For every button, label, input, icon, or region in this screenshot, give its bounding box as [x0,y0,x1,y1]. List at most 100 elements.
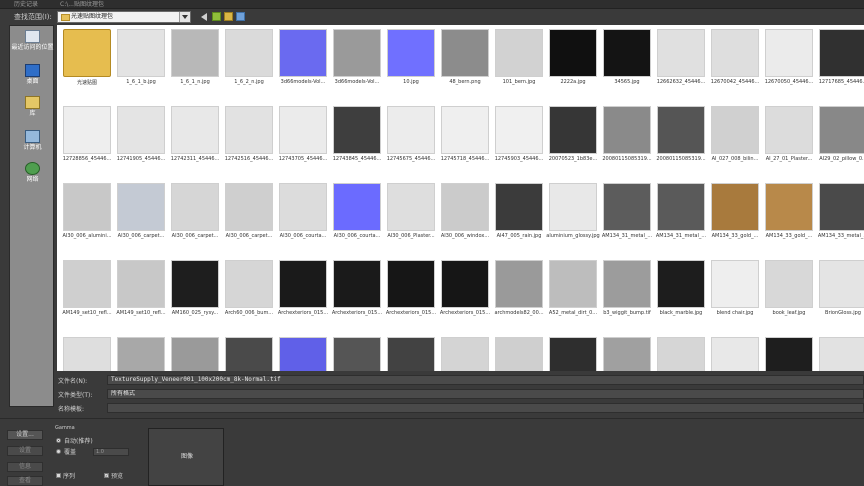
file-item[interactable]: 10.jpg [384,25,438,101]
file-item[interactable]: aluminium_glossy.jpg [546,179,600,255]
file-item[interactable]: Archexteriors_015... [276,256,330,332]
file-item[interactable]: AI30_006_courta... [330,179,384,255]
back-arrow-icon[interactable] [200,12,209,21]
file-item[interactable]: AM134_33_metal_... [816,179,864,255]
file-item[interactable] [708,333,762,371]
file-item[interactable]: AI29_02_pillow_0... [816,102,864,178]
file-item[interactable]: AM160_025_rysy... [168,256,222,332]
view-menu-icon[interactable] [236,12,245,21]
file-item[interactable]: 12662632_45446... [654,25,708,101]
file-item[interactable]: AM134_31_metal_... [600,179,654,255]
file-item[interactable]: AI30_006_carpet... [114,179,168,255]
file-item[interactable]: 48_bern.png [438,25,492,101]
texture-thumbnail [711,260,759,308]
file-item[interactable]: black_marble.jpg [654,256,708,332]
file-item[interactable]: 12741905_45446... [114,102,168,178]
place-network[interactable]: 网络 [10,162,55,183]
file-item[interactable]: AM149_set10_refl... [60,256,114,332]
file-item[interactable] [168,333,222,371]
file-item[interactable] [114,333,168,371]
place-libraries[interactable]: 库 [10,96,55,117]
file-item[interactable]: 3d66models-Vol... [276,25,330,101]
file-item[interactable]: AI30_006_carpet... [222,179,276,255]
file-item[interactable]: blend chair.jpg [708,256,762,332]
info-button[interactable]: 信息 [7,462,43,472]
file-type-select[interactable]: 所有格式 [107,389,864,399]
file-item[interactable]: Archexteriors_015... [384,256,438,332]
file-item[interactable]: 12670042_45446... [708,25,762,101]
file-item[interactable] [492,333,546,371]
file-item[interactable] [384,333,438,371]
look-in-combo[interactable]: 光速贴图纹理包 [57,11,191,23]
file-item[interactable] [438,333,492,371]
file-item[interactable]: 1_6_1_b.jpg [114,25,168,101]
file-item[interactable] [546,333,600,371]
file-item[interactable] [330,333,384,371]
file-item[interactable] [762,333,816,371]
file-item[interactable]: AM134_33_gold_... [762,179,816,255]
file-item[interactable]: AI30_006_Plaster... [384,179,438,255]
view-button[interactable]: 查看 [7,476,43,486]
file-item[interactable]: 20080115085319... [654,102,708,178]
file-item[interactable]: 101_bern.jpg [492,25,546,101]
file-item[interactable]: 12717685_45446... [816,25,864,101]
file-item[interactable]: 3d66models-Vol... [330,25,384,101]
folder-item[interactable]: 光速贴图 [60,25,114,101]
file-item[interactable]: 20080115085319... [600,102,654,178]
file-item[interactable] [654,333,708,371]
file-item[interactable]: 12742516_45446... [222,102,276,178]
file-item[interactable]: A52_metal_dirt_0... [546,256,600,332]
file-item[interactable]: 2222a.jpg [546,25,600,101]
file-item[interactable]: Arch60_006_bum... [222,256,276,332]
file-item[interactable]: AI_027_008_bilin... [708,102,762,178]
settings-button[interactable]: 设置 [7,446,43,456]
name-template-input[interactable] [107,403,864,413]
file-item[interactable]: 12745675_45446... [384,102,438,178]
file-item[interactable]: 12728856_45446... [60,102,114,178]
preview-checkbox[interactable]: ✓ [104,473,109,478]
file-item[interactable]: 20070523_1b83e... [546,102,600,178]
file-item[interactable]: 12745718_45446... [438,102,492,178]
file-item[interactable]: Archexteriors_015... [330,256,384,332]
file-item[interactable] [60,333,114,371]
new-folder-icon[interactable] [224,12,233,21]
place-recent[interactable]: 最近访问的位置 [10,30,55,51]
gamma-override-spinner[interactable]: 1.0 [93,448,129,456]
sequence-checkbox[interactable] [56,473,61,478]
setup-button[interactable]: 设置... [7,430,43,440]
file-name-input[interactable]: TextureSupply_Veneer001_100x200cm_8k-Nor… [107,375,864,385]
file-item[interactable] [276,333,330,371]
file-item[interactable] [600,333,654,371]
file-item[interactable]: 12743705_45446... [276,102,330,178]
file-item[interactable]: BrionGloss.jpg [816,256,864,332]
file-item[interactable]: b3_wiggit_bump.tif [600,256,654,332]
file-item[interactable]: AI_27_01_Plaster... [762,102,816,178]
file-item[interactable] [816,333,864,371]
file-item[interactable]: AM149_set10_refl... [114,256,168,332]
file-item[interactable]: AM134_33_gold_... [708,179,762,255]
file-item[interactable]: AM134_31_metal_... [654,179,708,255]
file-item[interactable]: 12742311_45446... [168,102,222,178]
place-desktop[interactable]: 桌面 [10,64,55,85]
file-item[interactable]: AI30_006_windox... [438,179,492,255]
file-item[interactable]: 1_6_1_n.jpg [168,25,222,101]
place-computer[interactable]: 计算机 [10,130,55,151]
file-item[interactable]: 12743845_45446... [330,102,384,178]
file-item[interactable]: AI47_005_rain.jpg [492,179,546,255]
file-item[interactable]: AI30_006_courta... [276,179,330,255]
file-item[interactable]: 34565.jpg [600,25,654,101]
gamma-override-radio[interactable] [56,449,61,454]
file-item[interactable]: AI30_006_alumini... [60,179,114,255]
file-item[interactable]: book_leaf.jpg [762,256,816,332]
file-item[interactable]: archmodels82_00... [492,256,546,332]
gamma-auto-radio[interactable] [56,438,61,443]
file-item[interactable]: Archexteriors_015... [438,256,492,332]
file-item[interactable]: 1_6_2_n.jpg [222,25,276,101]
file-item[interactable]: 12670050_45446... [762,25,816,101]
file-item[interactable] [222,333,276,371]
file-item[interactable]: AI30_006_carpet... [168,179,222,255]
file-item[interactable]: 12745903_45446... [492,102,546,178]
chevron-down-icon[interactable] [179,12,190,22]
up-folder-icon[interactable] [212,12,221,21]
file-list[interactable]: 光速贴图 1_6_1_b.jpg 1_6_1_n.jpg 1_6_2_n.jpg 3d6… [57,25,864,371]
